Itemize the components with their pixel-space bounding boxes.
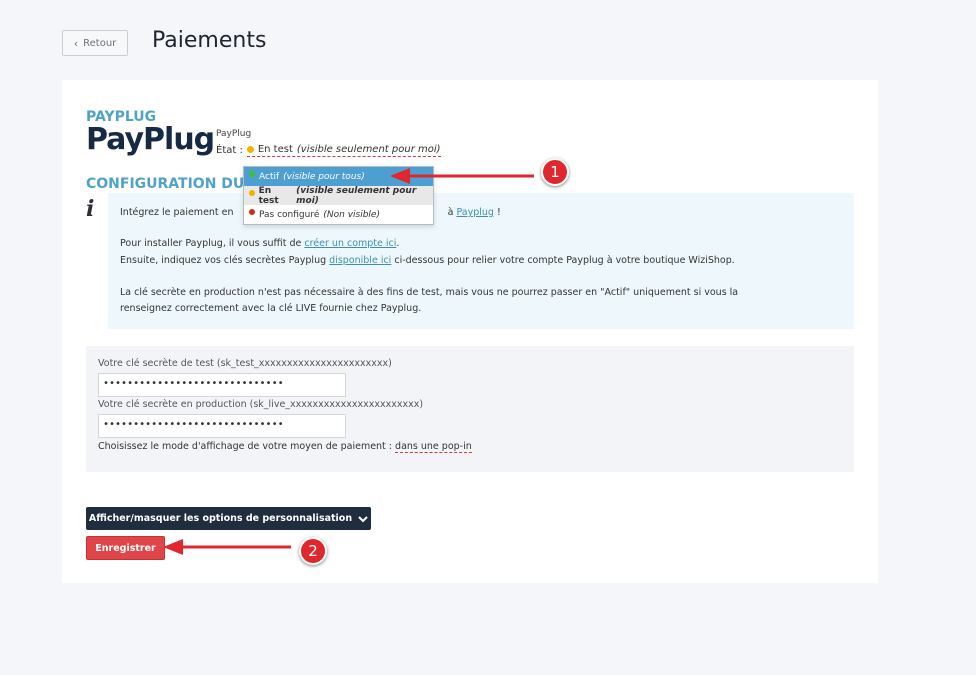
- callout-2: 2: [299, 537, 327, 565]
- arrow-2: [163, 539, 291, 555]
- arrow-1: [390, 168, 534, 184]
- callout-1: 1: [541, 158, 569, 186]
- annotation-arrows: [163, 168, 534, 555]
